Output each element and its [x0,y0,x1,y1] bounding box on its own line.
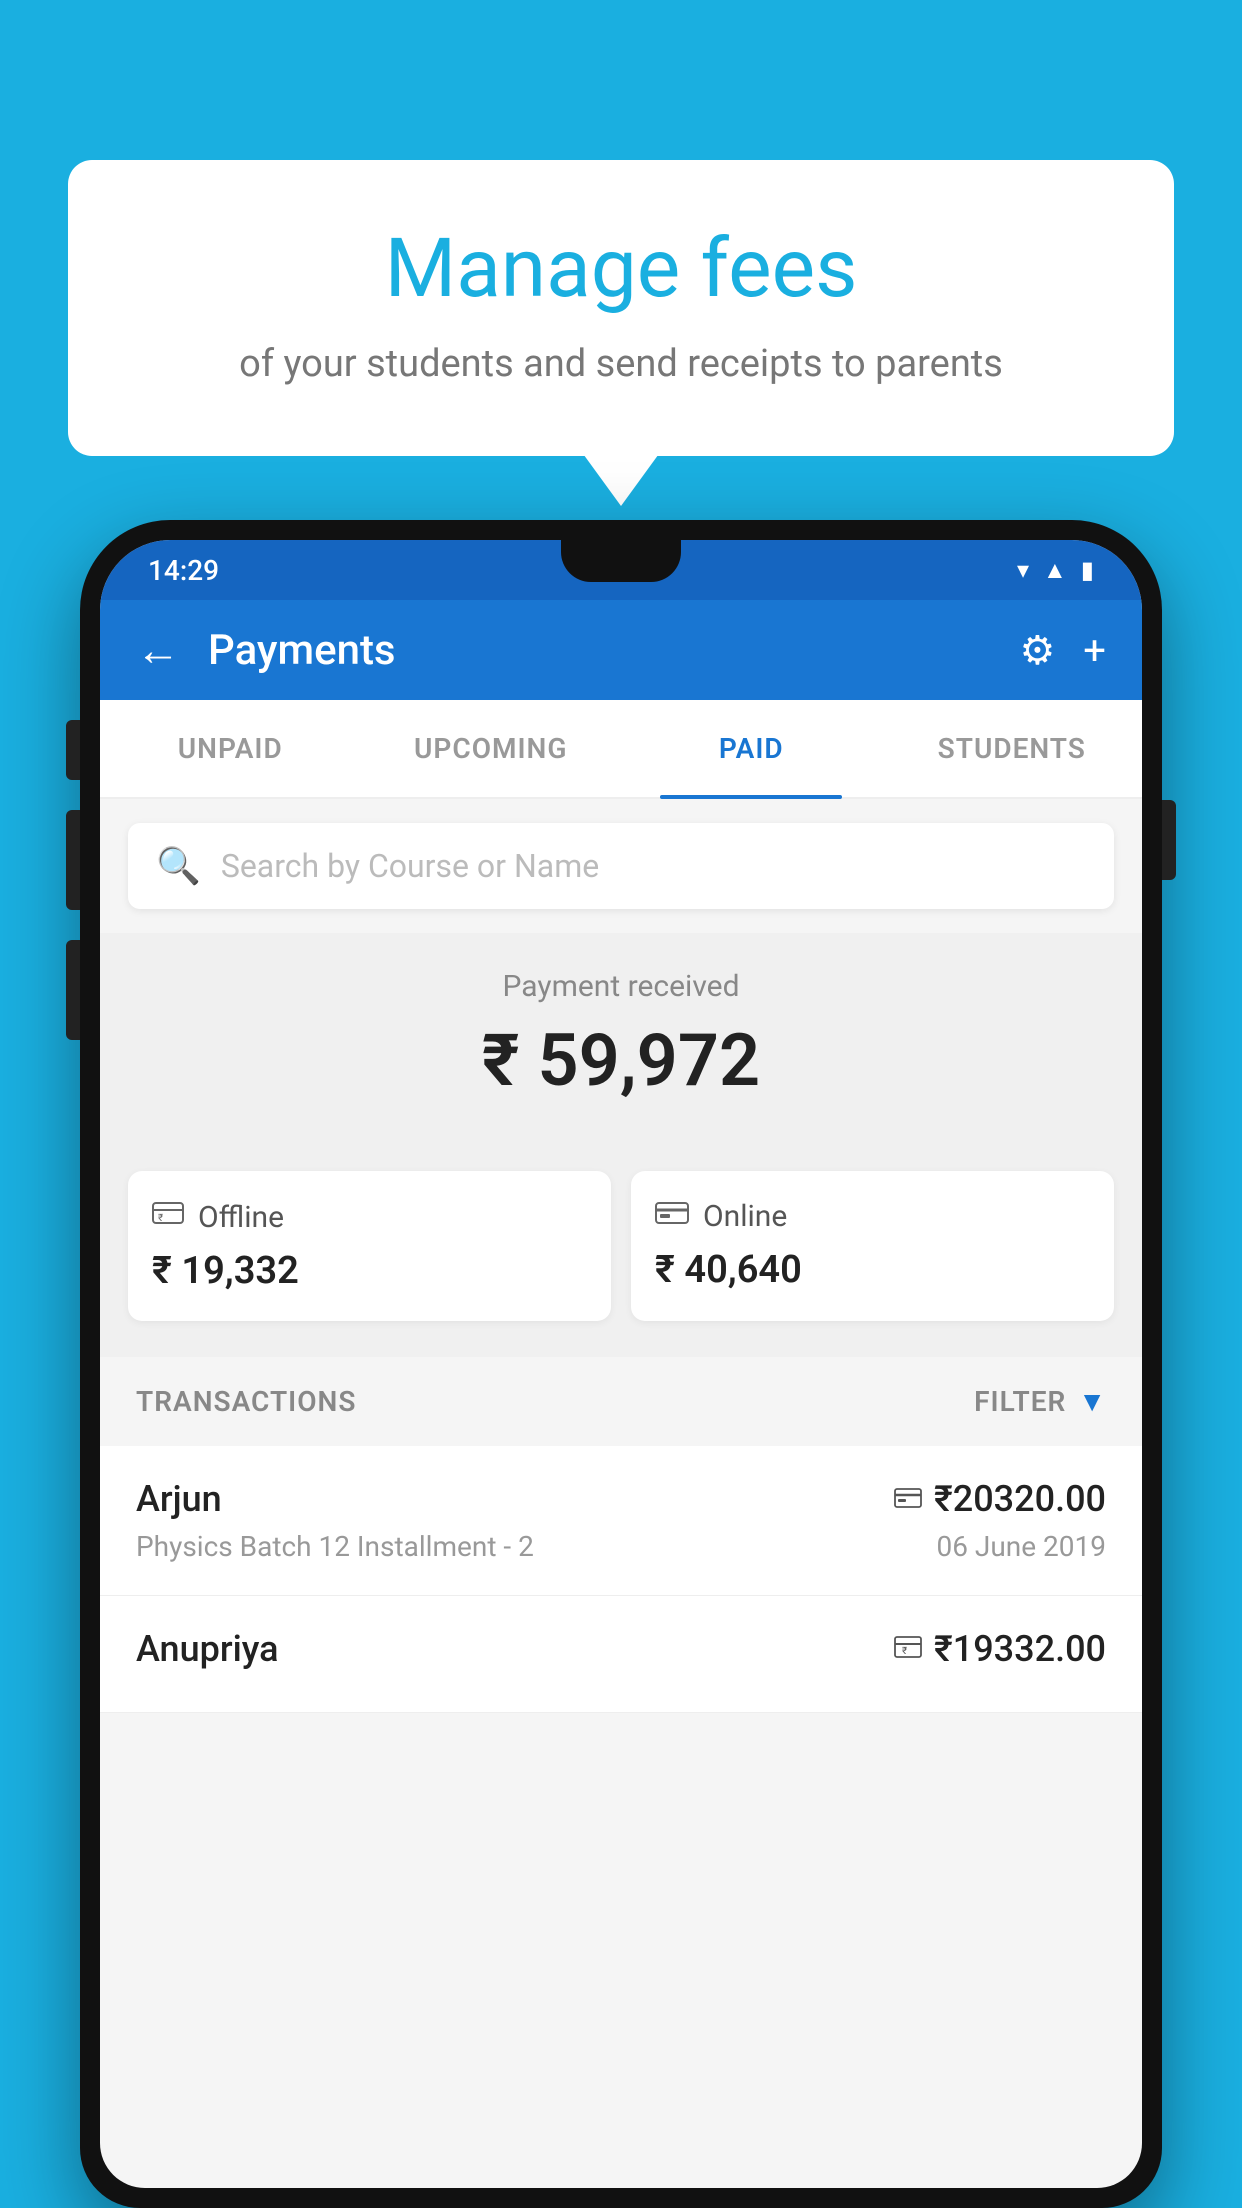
online-card-header: Online [655,1199,1090,1234]
status-bar: 14:29 ▾ ▲ ▮ [100,540,1142,600]
back-button[interactable]: ← [136,624,180,676]
tooltip-container: Manage fees of your students and send re… [68,160,1174,456]
tooltip-subtitle: of your students and send receipts to pa… [148,342,1094,386]
offline-card-header: ₹ Offline [152,1199,587,1235]
volume-up-button [66,810,80,910]
signal-icon: ▲ [1043,556,1067,585]
tooltip-bubble: Manage fees of your students and send re… [68,160,1174,456]
transaction-date-arjun: 06 June 2019 [936,1530,1106,1563]
tab-upcoming[interactable]: UPCOMING [361,700,622,797]
filter-label: FILTER [974,1385,1066,1418]
search-icon: 🔍 [156,845,201,887]
app-bar-title: Payments [208,626,991,675]
tabs-bar: UNPAID UPCOMING PAID STUDENTS [100,700,1142,799]
offline-amount: ₹ 19,332 [152,1249,587,1293]
transactions-header: TRANSACTIONS FILTER ▼ [100,1357,1142,1446]
offline-icon: ₹ [152,1199,184,1235]
payment-received-label: Payment received [128,969,1114,1004]
add-icon[interactable]: + [1083,627,1106,674]
notch [561,540,681,582]
svg-text:₹: ₹ [902,1646,907,1657]
payment-received-section: Payment received ₹ 59,972 [100,933,1142,1143]
transaction-amount-arjun: ₹20320.00 [934,1478,1106,1520]
mute-button [66,720,80,780]
transactions-label: TRANSACTIONS [136,1385,356,1418]
transaction-desc-arjun: Physics Batch 12 Installment - 2 [136,1530,534,1563]
transaction-row[interactable]: Anupriya ₹ ₹19332.00 [100,1596,1142,1713]
svg-text:₹: ₹ [158,1213,163,1224]
payment-cards: ₹ Offline ₹ 19,332 Onli [100,1143,1142,1357]
transaction-amount-wrap: ₹20320.00 [894,1478,1106,1520]
online-label: Online [703,1199,787,1234]
online-amount: ₹ 40,640 [655,1248,1090,1292]
transaction-amount-anupriya: ₹19332.00 [934,1628,1106,1670]
online-payment-icon [894,1483,922,1516]
wifi-icon: ▾ [1017,556,1029,584]
online-icon [655,1199,689,1234]
offline-payment-icon: ₹ [894,1633,922,1666]
transaction-name-arjun: Arjun [136,1478,222,1520]
search-placeholder: Search by Course or Name [221,847,599,885]
online-payment-card: Online ₹ 40,640 [631,1171,1114,1321]
filter-section[interactable]: FILTER ▼ [974,1385,1106,1418]
settings-icon[interactable]: ⚙ [1019,627,1055,674]
transaction-name-anupriya: Anupriya [136,1628,279,1670]
offline-label: Offline [198,1200,284,1235]
search-bar[interactable]: 🔍 Search by Course or Name [128,823,1114,909]
phone-frame: 14:29 ▾ ▲ ▮ ← Payments ⚙ + UNPAID UPCOMI… [80,520,1162,2208]
phone-screen: 14:29 ▾ ▲ ▮ ← Payments ⚙ + UNPAID UPCOMI… [100,540,1142,2188]
transaction-row-top: Arjun ₹20320.00 [136,1478,1106,1520]
offline-payment-card: ₹ Offline ₹ 19,332 [128,1171,611,1321]
app-bar-actions: ⚙ + [1019,627,1106,674]
transaction-amount-wrap: ₹ ₹19332.00 [894,1628,1106,1670]
tab-unpaid[interactable]: UNPAID [100,700,361,797]
status-time: 14:29 [148,554,219,587]
volume-down-button [66,940,80,1040]
tab-students[interactable]: STUDENTS [882,700,1143,797]
battery-icon: ▮ [1081,556,1094,584]
power-button [1162,800,1176,880]
transaction-row-bottom: Physics Batch 12 Installment - 2 06 June… [136,1530,1106,1563]
status-icons: ▾ ▲ ▮ [1017,556,1094,585]
tab-paid[interactable]: PAID [621,700,882,797]
transaction-row[interactable]: Arjun ₹20320.00 Physics Batch 12 Install… [100,1446,1142,1596]
filter-icon: ▼ [1078,1385,1106,1418]
payment-received-amount: ₹ 59,972 [128,1018,1114,1103]
app-bar: ← Payments ⚙ + [100,600,1142,700]
tooltip-title: Manage fees [148,220,1094,318]
transaction-row-top: Anupriya ₹ ₹19332.00 [136,1628,1106,1670]
